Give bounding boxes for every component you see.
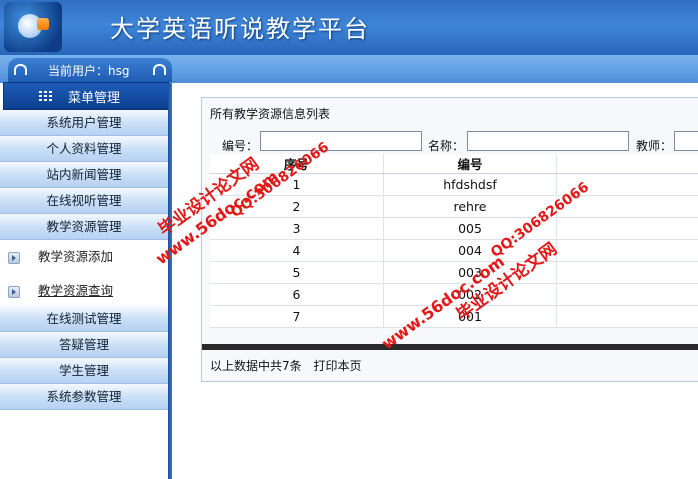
sidebar-subitem-resource-query[interactable]: 教学资源查询 <box>0 276 168 306</box>
site-title: 大学英语听说教学平台 <box>110 15 370 43</box>
record-count-text: 以上数据中共7条 <box>210 359 302 373</box>
cell-code: rehre <box>383 195 558 218</box>
table-row[interactable]: 4 004 英语 <box>210 239 698 262</box>
cell-index: 3 <box>210 217 384 240</box>
search-row: 编号： 名称： 教师： <box>202 130 698 156</box>
sidebar-item-students[interactable]: 学生管理 <box>0 358 168 384</box>
horizontal-scrollbar[interactable] <box>202 344 698 350</box>
name-label: 名称： <box>428 139 465 153</box>
table-row[interactable]: 2 rehre 英语 <box>210 195 698 218</box>
menu-header[interactable]: 菜单管理 <box>3 82 169 110</box>
hook-icon <box>14 64 27 75</box>
sidebar-item-online-test[interactable]: 在线测试管理 <box>0 306 168 332</box>
arrow-right-icon <box>8 286 20 298</box>
number-label: 编号： <box>222 139 259 153</box>
sidebar-item-audio-video[interactable]: 在线视听管理 <box>0 188 168 214</box>
table-footer: 以上数据中共7条 打印本页 <box>210 357 361 374</box>
resource-list-panel: 所有教学资源信息列表 编号： 名称： 教师： 序号 编号 1 hfdshdsf … <box>201 97 698 382</box>
print-page-link[interactable]: 打印本页 <box>313 359 361 373</box>
sidebar-item-system-users[interactable]: 系统用户管理 <box>0 110 168 136</box>
sidebar-item-qa[interactable]: 答疑管理 <box>0 332 168 358</box>
arrow-right-icon <box>8 252 20 264</box>
cell-extra: 英语 <box>556 261 698 284</box>
sidebar-item-news[interactable]: 站内新闻管理 <box>0 162 168 188</box>
table-row[interactable]: 3 005 英语 <box>210 217 698 240</box>
app-header: 大学英语听说教学平台 <box>0 0 698 55</box>
teacher-input[interactable] <box>674 131 698 151</box>
current-user-bar: 当前用户：hsg <box>8 58 172 82</box>
hook-icon <box>153 64 166 75</box>
menu-header-label: 菜单管理 <box>68 91 121 106</box>
logo-dot-icon <box>37 18 49 30</box>
current-user-label: 当前用户：hsg <box>48 64 130 78</box>
sidebar-subitem-resource-add[interactable]: 教学资源添加 <box>0 242 168 272</box>
name-input[interactable] <box>467 131 629 151</box>
sidebar: 当前用户：hsg 菜单管理 系统用户管理 个人资料管理 站内新闻管理 在线视听管… <box>0 58 175 479</box>
cell-code: hfdshdsf <box>383 173 558 196</box>
sidebar-divider <box>168 83 172 479</box>
cell-extra: 英语 <box>556 239 698 262</box>
cell-index: 5 <box>210 261 384 284</box>
grid-icon <box>39 91 53 101</box>
cell-index: 7 <box>210 305 384 328</box>
cell-index: 4 <box>210 239 384 262</box>
table-row[interactable]: 5 003 英语 <box>210 261 698 284</box>
panel-title: 所有教学资源信息列表 <box>210 107 331 121</box>
cell-extra: 英语 <box>556 283 698 306</box>
teacher-label: 教师： <box>636 139 673 153</box>
sidebar-item-system-params[interactable]: 系统参数管理 <box>0 384 168 410</box>
sidebar-item-profile[interactable]: 个人资料管理 <box>0 136 168 162</box>
site-logo <box>4 2 62 52</box>
cell-extra: 英语 <box>556 305 698 328</box>
cell-index: 6 <box>210 283 384 306</box>
column-header-code: 编号 <box>383 154 558 174</box>
sidebar-subitem-label: 教学资源查询 <box>38 283 114 298</box>
sidebar-subitem-label: 教学资源添加 <box>38 249 114 264</box>
number-input[interactable] <box>260 131 422 151</box>
cell-extra: 英语 <box>556 217 698 240</box>
column-header-extra <box>556 154 698 174</box>
sidebar-item-resources[interactable]: 教学资源管理 <box>0 214 168 240</box>
